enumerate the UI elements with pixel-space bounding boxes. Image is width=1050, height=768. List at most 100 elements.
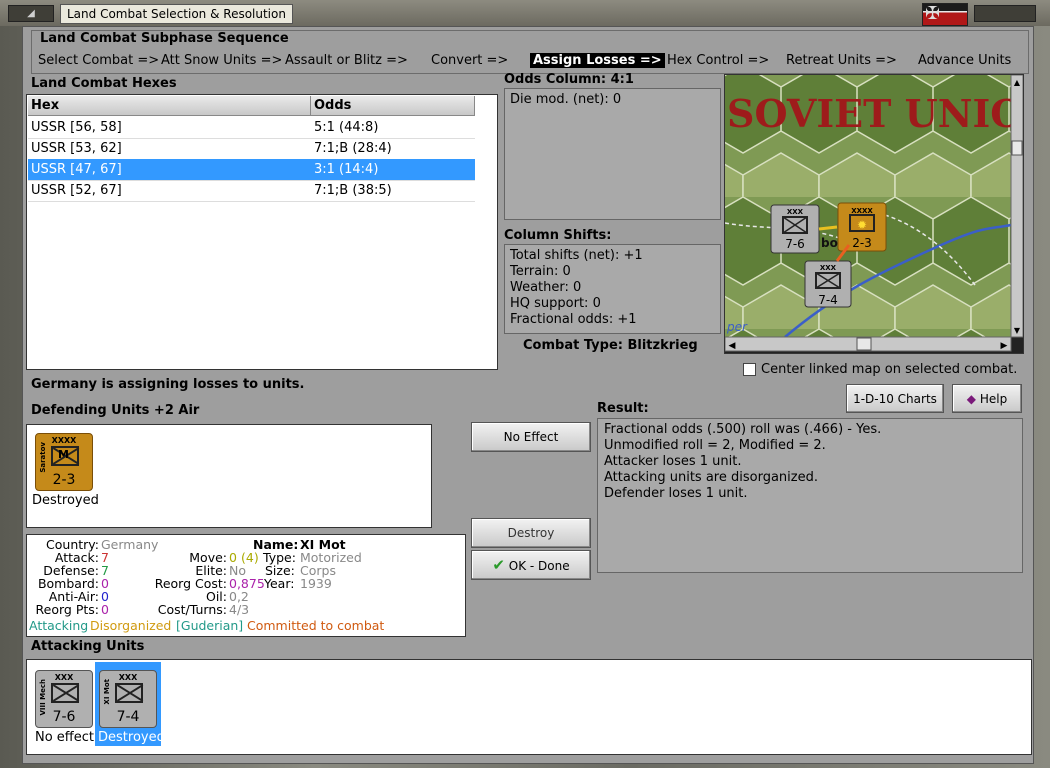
unit-type-symbol (115, 683, 143, 703)
charts-button[interactable]: 1-D-10 Charts (846, 384, 944, 413)
ok-done-label: OK - Done (508, 559, 570, 573)
ok-done-button[interactable]: ✔ OK - Done (471, 550, 591, 580)
unit-strength: 7-6 (52, 709, 76, 725)
odds-cell: 3:1 (14:4) (314, 162, 379, 177)
odds-column-title: Odds Column: 4:1 (504, 72, 634, 87)
shift-total: Total shifts (net): +1 (510, 248, 643, 263)
map-unit-size: XXX (820, 264, 837, 272)
combat-explosion-icon: ✹ (857, 218, 867, 232)
help-button[interactable]: ◆ Help (952, 384, 1022, 413)
unit-type-symbol (51, 683, 79, 703)
unit-strength: 7-4 (116, 709, 140, 725)
map-vertical-scrollbar (1010, 75, 1023, 338)
defending-title: Defending Units +2 Air (31, 403, 200, 418)
no-effect-button[interactable]: No Effect (471, 422, 591, 452)
help-label: Help (979, 392, 1008, 406)
window-menu-icon[interactable]: ◢ (8, 5, 54, 22)
germany-flag-icon (922, 3, 968, 26)
seq-step-convert: Convert => (431, 53, 509, 68)
odds-cell: 7:1;B (28:4) (314, 141, 392, 156)
map-unit-viii-mech[interactable]: XXX 7-6 (770, 204, 820, 254)
column-shifts-title: Column Shifts: (504, 228, 612, 243)
combat-hexes-list[interactable]: Hex Odds USSR [56, 58] 5:1 (44:8) USSR [… (26, 94, 498, 370)
die-mod-text: Die mod. (net): 0 (510, 92, 622, 107)
checkmark-icon: ✔ (492, 556, 505, 574)
result-panel: Fractional odds (.500) roll was (.466) -… (597, 418, 1023, 573)
seq-step-assign-losses: Assign Losses => (530, 53, 665, 68)
map-canvas[interactable]: SOVIET UNIO per XXX 7-6 bo XXXX 2-3 ✹ XX… (725, 75, 1023, 353)
seq-step-att-snow: Att Snow Units => (161, 53, 283, 68)
unit-type-letter: M (58, 448, 69, 461)
table-row-selected[interactable]: USSR [47, 67] 3:1 (14:4) (28, 159, 475, 181)
scroll-right-icon: ▶ (1001, 341, 1008, 351)
map-city-fragment: bo (821, 236, 838, 250)
odds-cell: 7:1;B (38:5) (314, 183, 392, 198)
map-city-label: per (726, 320, 748, 334)
table-row[interactable]: USSR [52, 67] 7:1;B (38:5) (28, 180, 475, 202)
odds-cell: 5:1 (44:8) (314, 120, 379, 135)
attacking-unit-counter[interactable]: XXX XI Mot 7-4 (99, 670, 157, 728)
window-controls[interactable] (974, 5, 1036, 22)
map-unit-value: 7-4 (818, 293, 838, 307)
result-line: Attacker loses 1 unit. (604, 454, 742, 469)
attacking-unit-counter[interactable]: XXX VIII Mech 7-6 (35, 670, 93, 728)
hex-cell: USSR [56, 58] (31, 120, 122, 135)
attack-arrow-icon (818, 225, 838, 231)
map-unit-value: 7-6 (785, 237, 805, 251)
result-line: Fractional odds (.500) roll was (.466) -… (604, 422, 882, 437)
scroll-down-icon: ▼ (1014, 326, 1021, 335)
hex-cell: USSR [52, 67] (31, 183, 122, 198)
table-row[interactable]: USSR [56, 58] 5:1 (44:8) (28, 117, 475, 139)
cost-turns-label: Cost/Turns: (157, 602, 227, 617)
flag-disorganized: Disorganized (90, 618, 172, 633)
unit-name: Saratov (39, 442, 47, 473)
map-unit-saratov[interactable]: XXXX 2-3 ✹ (837, 202, 887, 252)
center-map-label: Center linked map on selected combat. (761, 362, 1018, 377)
hex-cell: USSR [47, 67] (31, 162, 122, 177)
center-map-checkbox[interactable]: Center linked map on selected combat. (743, 362, 1017, 377)
scroll-left-icon: ◀ (729, 341, 736, 351)
result-title: Result: (597, 401, 649, 416)
attacking-units-panel: XXX VIII Mech 7-6 No effect XXX XI Mot 7… (26, 659, 1032, 755)
column-header-hex[interactable]: Hex (28, 96, 311, 116)
attacking-title: Attacking Units (31, 639, 145, 654)
map-country-label: SOVIET UNIO (727, 91, 1023, 136)
attacking-unit-state: Destroyed (98, 730, 165, 745)
shift-hq: HQ support: 0 (510, 296, 601, 311)
flag-leader: [Guderian] (176, 618, 244, 633)
column-header-odds[interactable]: Odds (311, 96, 475, 116)
sequence-panel: Land Combat Subphase Sequence Select Com… (31, 30, 1029, 74)
combat-type-label: Combat Type: Blitzkrieg (523, 338, 698, 353)
unit-info-panel: Country: Germany Name: XI Mot Attack: 7 … (26, 534, 466, 637)
defending-unit-counter[interactable]: XXXX Saratov M 2-3 (35, 433, 93, 491)
map-unit-xi-mot[interactable]: XXX 7-4 (804, 260, 852, 308)
map-unit-size: XXX (787, 208, 804, 216)
result-line: Unmodified roll = 2, Modified = 2. (604, 438, 826, 453)
status-text: Germany is assigning losses to units. (31, 377, 305, 392)
attacking-unit-state: No effect (35, 730, 95, 745)
column-shifts-panel: Total shifts (net): +1 Terrain: 0 Weathe… (504, 244, 721, 334)
map-vscroll-thumb (1011, 140, 1023, 156)
checkbox-box[interactable] (743, 363, 756, 376)
linked-map[interactable]: SOVIET UNIO per XXX 7-6 bo XXXX 2-3 ✹ XX… (724, 74, 1024, 354)
window-title: Land Combat Selection & Resolution (60, 4, 293, 24)
reorg-pts-label: Reorg Pts: (35, 602, 99, 617)
seq-step-assault-blitz: Assault or Blitz => (285, 53, 408, 68)
flag-attacking: Attacking (29, 618, 89, 633)
map-unit-value: 2-3 (852, 236, 872, 250)
map-hscroll-thumb (856, 337, 872, 351)
title-bar: ◢ Land Combat Selection & Resolution (0, 0, 1050, 26)
seq-step-hex-control: Hex Control => (667, 53, 770, 68)
map-unit-size: XXXX (851, 207, 873, 215)
result-line: Attacking units are disorganized. (604, 470, 818, 485)
country-value: Germany (101, 537, 159, 552)
help-book-icon: ◆ (966, 392, 977, 406)
destroy-button[interactable]: Destroy (471, 518, 591, 548)
flag-committed: Committed to combat (247, 618, 385, 633)
unit-name: XI Mot (103, 679, 111, 705)
sequence-title: Land Combat Subphase Sequence (40, 31, 289, 46)
unit-strength: 2-3 (52, 472, 76, 488)
table-row[interactable]: USSR [53, 62] 7:1;B (28:4) (28, 138, 475, 160)
reorg-pts-value: 0 (101, 602, 109, 617)
hexes-title: Land Combat Hexes (31, 76, 177, 91)
